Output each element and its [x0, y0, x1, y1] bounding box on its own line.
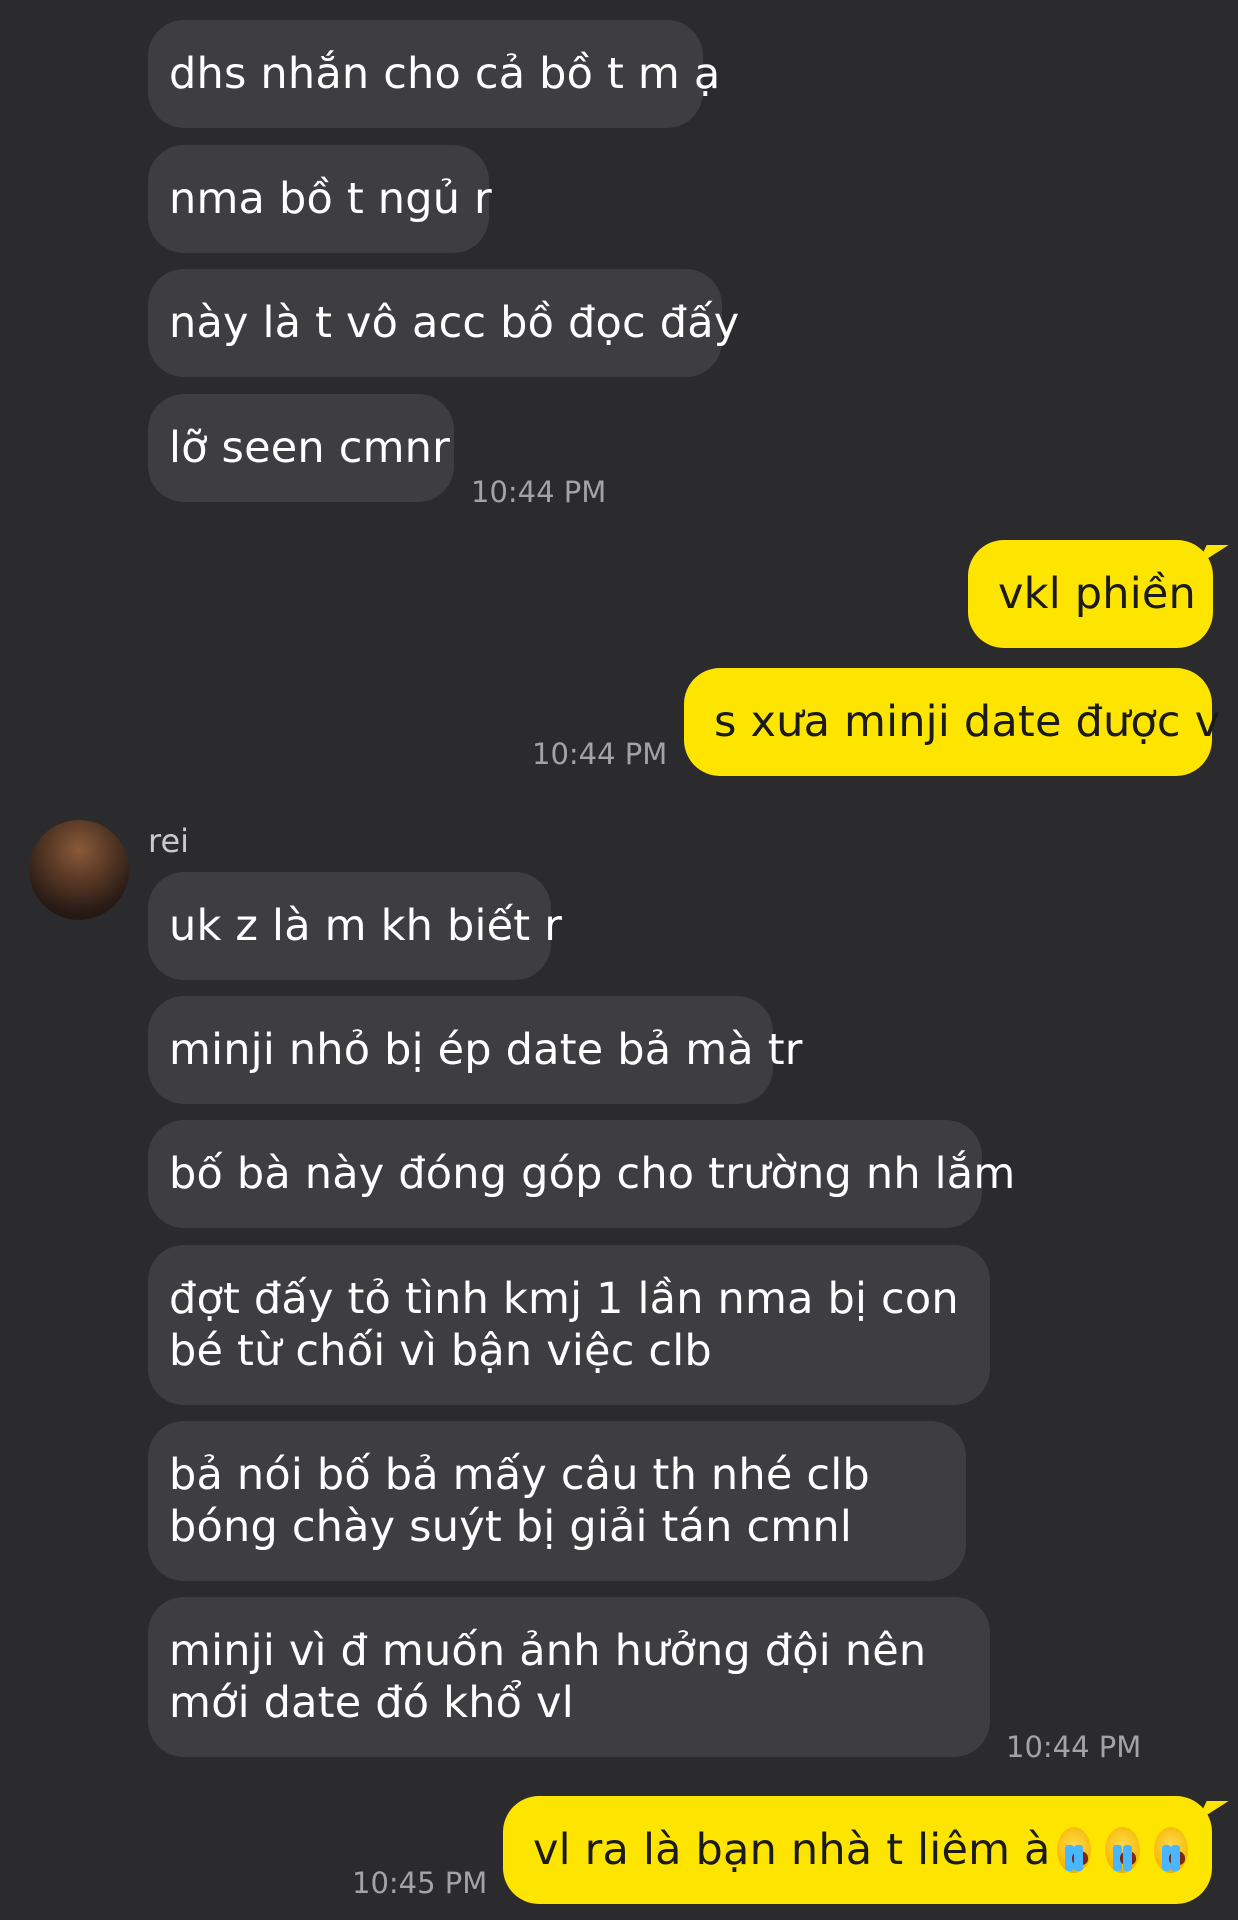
message-text: dhs nhắn cho cả bồ t m ạ: [169, 49, 721, 99]
crying-face-icon: [1056, 1827, 1092, 1873]
message-text: s xưa minji date được v: [714, 697, 1221, 747]
contact-avatar[interactable]: [29, 820, 129, 920]
crying-face-icon: [1105, 1827, 1140, 1873]
message-bubble[interactable]: bả nói bố bả mấy câu th nhé clb bóng chà…: [148, 1421, 966, 1581]
message-text: minji vì đ muốn ảnh hưởng đội nên mới da…: [169, 1626, 927, 1728]
message-timestamp: 10:45 PM: [352, 1866, 488, 1900]
message-bubble[interactable]: bố bà này đóng góp cho trường nh lắm: [148, 1120, 1015, 1228]
message-text: vl ra là bạn nhà t liêm à: [533, 1825, 1051, 1875]
crying-face-icon: [1153, 1827, 1189, 1873]
message-text: này là t vô acc bồ đọc đấy: [169, 298, 740, 348]
message-timestamp: 10:44 PM: [471, 475, 607, 509]
message-text: uk z là m kh biết r: [169, 901, 563, 951]
message-bubble[interactable]: dhs nhắn cho cả bồ t m ạ: [148, 20, 720, 128]
message-bubble[interactable]: lỡ seen cmnr: [148, 394, 454, 502]
message-bubble[interactable]: minji nhỏ bị ép date bả mà tr: [148, 996, 802, 1104]
bubble-tail: [1197, 1801, 1229, 1821]
message-bubble[interactable]: này là t vô acc bồ đọc đấy: [148, 269, 739, 377]
message-bubble[interactable]: đợt đấy tỏ tình kmj 1 lần nma bị con bé …: [148, 1245, 990, 1405]
message-text: bả nói bố bả mấy câu th nhé clb bóng chà…: [169, 1450, 870, 1552]
bubble-tail: [1197, 545, 1229, 565]
message-bubble[interactable]: vkl phiền: [968, 540, 1213, 648]
sender-name: rei: [148, 822, 190, 860]
message-text: bố bà này đóng góp cho trường nh lắm: [169, 1149, 1016, 1199]
message-bubble[interactable]: minji vì đ muốn ảnh hưởng đội nên mới da…: [148, 1597, 990, 1757]
message-text: đợt đấy tỏ tình kmj 1 lần nma bị con bé …: [169, 1274, 959, 1376]
message-text: vkl phiền: [998, 569, 1196, 619]
message-bubble[interactable]: uk z là m kh biết r: [148, 872, 562, 980]
message-text: lỡ seen cmnr: [169, 423, 451, 473]
message-bubble[interactable]: nma bồ t ngủ r: [148, 145, 492, 253]
message-bubble[interactable]: vl ra là bạn nhà t liêm à: [503, 1796, 1212, 1904]
message-text: minji nhỏ bị ép date bả mà tr: [169, 1025, 803, 1075]
message-bubble[interactable]: s xưa minji date được v: [684, 668, 1220, 776]
message-text: nma bồ t ngủ r: [169, 174, 492, 224]
message-timestamp: 10:44 PM: [532, 737, 668, 771]
message-timestamp: 10:44 PM: [1006, 1730, 1142, 1764]
